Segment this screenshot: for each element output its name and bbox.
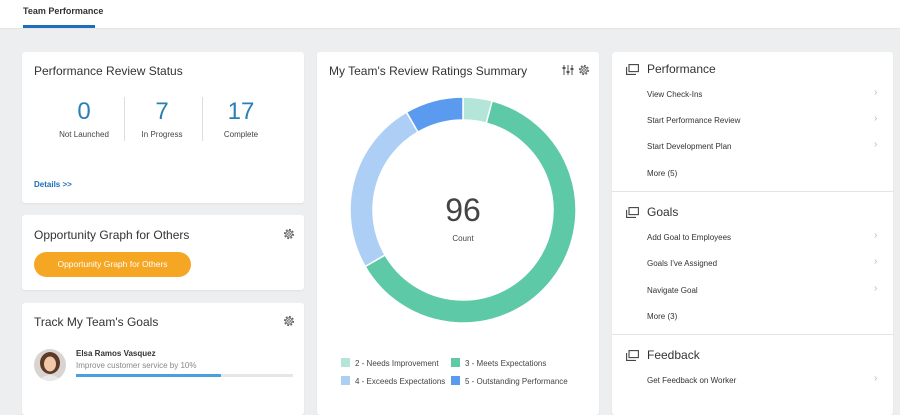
menu-item-goals-more[interactable]: More (3): [647, 312, 677, 321]
menu-item-start-development-plan[interactable]: Start Development Plan: [647, 142, 732, 151]
stat-label: Not Launched: [59, 130, 109, 139]
window-icon: [626, 207, 639, 218]
legend-item[interactable]: 3 - Meets Expectations: [451, 358, 546, 368]
legend-swatch: [451, 358, 460, 367]
window-icon: [626, 64, 639, 75]
performance-section-title: Performance: [647, 62, 716, 76]
track-goals-title: Track My Team's Goals: [34, 315, 159, 329]
legend-item[interactable]: 4 - Exceeds Expectations: [341, 376, 445, 386]
chevron-right-icon: ›: [874, 256, 878, 267]
stat-value: 17: [227, 98, 255, 125]
menu-item-goals-assigned[interactable]: Goals I've Assigned: [647, 259, 717, 268]
stat-not-launched[interactable]: 0 Not Launched: [44, 98, 124, 139]
legend-label: 3 - Meets Expectations: [465, 359, 547, 368]
menu-item-performance-more[interactable]: More (5): [647, 169, 677, 178]
donut-center-value: 96: [445, 192, 481, 228]
menu-item-navigate-goal[interactable]: Navigate Goal: [647, 286, 698, 295]
stat-value: 0: [77, 98, 91, 125]
top-bar: Team Performance: [0, 0, 900, 29]
opportunity-title: Opportunity Graph for Others: [34, 228, 190, 242]
stat-complete[interactable]: 17 Complete: [201, 98, 281, 139]
window-icon: [626, 350, 639, 361]
menu-item-add-goal-to-employees[interactable]: Add Goal to Employees: [647, 233, 731, 242]
chevron-right-icon: ›: [874, 373, 878, 384]
avatar: [34, 349, 66, 381]
gear-icon[interactable]: [282, 314, 296, 328]
feedback-section-title: Feedback: [647, 348, 700, 362]
gear-icon[interactable]: [577, 63, 591, 77]
section-divider: [612, 191, 893, 192]
chevron-right-icon: ›: [874, 113, 878, 124]
menu-item-get-feedback-on-worker[interactable]: Get Feedback on Worker: [647, 376, 736, 385]
chevron-right-icon: ›: [874, 139, 878, 150]
stat-label: Complete: [223, 130, 259, 139]
legend-swatch: [451, 376, 460, 385]
opportunity-graph-button[interactable]: Opportunity Graph for Others: [34, 252, 191, 277]
legend-item[interactable]: 5 - Outstanding Performance: [451, 376, 568, 386]
tab-team-performance[interactable]: Team Performance: [23, 6, 103, 16]
chevron-right-icon: ›: [874, 283, 878, 294]
filter-icon[interactable]: [562, 64, 574, 76]
legend-item[interactable]: 2 - Needs Improvement: [341, 358, 439, 368]
legend-swatch: [341, 358, 350, 367]
menu-item-start-performance-review[interactable]: Start Performance Review: [647, 116, 740, 125]
ratings-title: My Team's Review Ratings Summary: [329, 64, 528, 78]
donut-slice-4[interactable]: [349, 111, 420, 268]
menu-item-view-check-ins[interactable]: View Check-Ins: [647, 90, 702, 99]
goal-progress-bar: [76, 374, 293, 377]
details-link[interactable]: Details >>: [34, 180, 72, 189]
donut-slice-5[interactable]: [405, 96, 464, 134]
goals-section-title: Goals: [647, 205, 679, 219]
legend-label: 4 - Exceeds Expectations: [355, 377, 446, 386]
goal-owner-name[interactable]: Elsa Ramos Vasquez: [76, 349, 156, 358]
stat-value: 7: [155, 98, 169, 125]
chevron-right-icon: ›: [874, 230, 878, 241]
section-divider: [612, 334, 893, 335]
stat-label: In Progress: [141, 130, 183, 139]
donut-center-label: Count: [452, 234, 474, 243]
gear-icon[interactable]: [282, 227, 296, 241]
review-status-title: Performance Review Status: [34, 64, 183, 78]
goal-progress-fill: [76, 374, 222, 377]
chevron-right-icon: ›: [874, 87, 878, 98]
legend-label: 2 - Needs Improvement: [355, 359, 439, 368]
legend-swatch: [341, 376, 350, 385]
tab-active-indicator: [23, 25, 95, 28]
goal-description: Improve customer service by 10%: [76, 361, 197, 370]
stat-in-progress[interactable]: 7 In Progress: [122, 98, 202, 139]
legend-label: 5 - Outstanding Performance: [465, 377, 568, 386]
